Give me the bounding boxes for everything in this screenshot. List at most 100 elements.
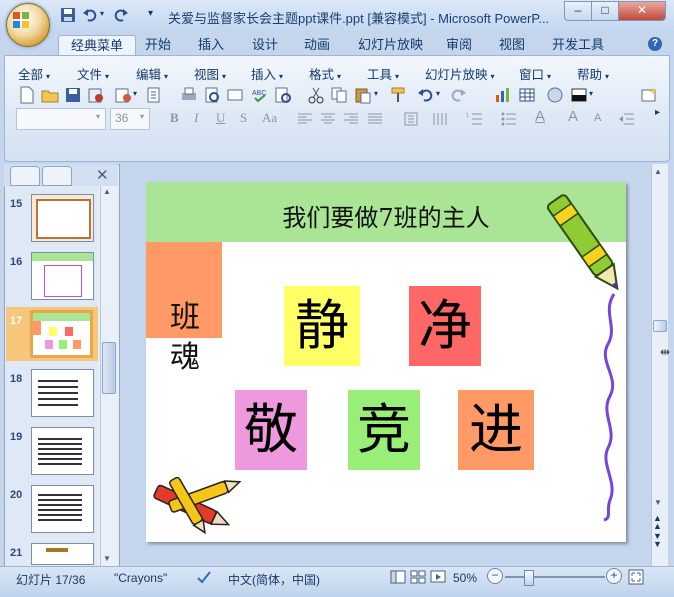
- thumbnail-slide-selected[interactable]: [30, 310, 93, 358]
- shadow-icon[interactable]: S: [240, 110, 247, 126]
- insert-picture-icon[interactable]: [546, 86, 564, 104]
- slide-sorter-icon[interactable]: [226, 86, 244, 104]
- cut-icon[interactable]: [307, 86, 325, 104]
- grayscale-icon[interactable]: [570, 86, 588, 104]
- zoom-level[interactable]: 50%: [453, 571, 477, 585]
- table-icon[interactable]: [518, 86, 536, 104]
- zoom-slider-track[interactable]: [505, 576, 605, 578]
- dropdown-arrow-icon[interactable]: ▾: [133, 89, 137, 98]
- undo-icon[interactable]: [82, 7, 98, 23]
- thumbnails-scroll-thumb[interactable]: [102, 342, 116, 394]
- font-size-dropdown-icon[interactable]: ▾: [140, 112, 144, 121]
- zoom-out-icon[interactable]: −: [487, 568, 503, 584]
- slide-sorter-view-icon[interactable]: [410, 569, 426, 585]
- align-center-icon[interactable]: [319, 110, 337, 128]
- zoom-slider-thumb[interactable]: [524, 570, 534, 586]
- language-indicator[interactable]: 中文(简体，中国): [228, 571, 320, 588]
- scroll-up-icon[interactable]: ▲: [103, 187, 111, 196]
- menu-view[interactable]: 视图 ▾: [194, 64, 226, 83]
- numbering-icon[interactable]: 1: [466, 110, 484, 128]
- menu-file[interactable]: 文件 ▾: [77, 64, 109, 83]
- tab-review[interactable]: 审阅: [434, 35, 484, 56]
- email-icon[interactable]: [114, 86, 132, 104]
- scroll-up-icon[interactable]: ▲: [654, 167, 662, 176]
- color-dropdown-icon[interactable]: ▾: [589, 89, 593, 98]
- permission-icon[interactable]: [87, 86, 105, 104]
- underline-icon[interactable]: U: [216, 110, 225, 126]
- close-pane-icon[interactable]: ✕: [96, 166, 109, 184]
- previous-slide-icon[interactable]: ▲ ▲: [653, 514, 662, 531]
- char-box-jin-progress[interactable]: 进: [458, 390, 534, 470]
- side-label-hun[interactable]: 魂: [170, 332, 200, 376]
- bullets-icon[interactable]: [500, 110, 518, 128]
- print-icon[interactable]: [180, 86, 198, 104]
- attachment-icon[interactable]: [145, 86, 163, 104]
- undo-dropdown-icon[interactable]: ▾: [436, 89, 440, 98]
- format-painter-icon[interactable]: [390, 86, 408, 104]
- next-slide-icon[interactable]: ▼ ▼: [653, 532, 662, 549]
- tab-developer[interactable]: 开发工具: [540, 35, 616, 56]
- ribbon-more-icon[interactable]: ▸: [655, 107, 660, 118]
- font-name-combo[interactable]: [16, 108, 106, 130]
- change-case-icon[interactable]: Aa: [262, 110, 277, 126]
- crayon-clipart-top[interactable]: [546, 182, 626, 300]
- menu-window[interactable]: 窗口 ▾: [519, 64, 551, 83]
- menu-all[interactable]: 全部 ▾: [18, 64, 50, 83]
- tab-animation[interactable]: 动画: [292, 35, 342, 56]
- side-label-ban[interactable]: 班: [170, 292, 200, 336]
- align-right-icon[interactable]: [342, 110, 360, 128]
- slide-canvas[interactable]: 我们要做7班的主人 班 魂 静 净 敬 竞 进: [146, 182, 626, 542]
- menu-help[interactable]: 帮助 ▾: [577, 64, 609, 83]
- shrink-font-icon[interactable]: A: [594, 112, 601, 124]
- fit-to-window-icon[interactable]: [628, 569, 644, 585]
- print-preview-icon[interactable]: [203, 86, 221, 104]
- scroll-down-icon[interactable]: ▼: [103, 554, 111, 563]
- thumbnail-slide[interactable]: [31, 543, 94, 565]
- new-document-icon[interactable]: [18, 86, 36, 104]
- copy-icon[interactable]: [330, 86, 348, 104]
- outline-tab[interactable]: [42, 166, 72, 186]
- minimize-button[interactable]: –: [564, 1, 592, 21]
- tab-design[interactable]: 设计: [240, 35, 290, 56]
- scroll-down-icon[interactable]: ▼: [654, 498, 662, 507]
- align-left-icon[interactable]: [296, 110, 314, 128]
- tab-insert[interactable]: 插入: [186, 35, 236, 56]
- customize-toolbar-icon[interactable]: ▾: [148, 8, 153, 19]
- zoom-in-icon[interactable]: +: [606, 568, 622, 584]
- undo-dropdown-icon[interactable]: ▾: [100, 9, 104, 18]
- paste-icon[interactable]: [354, 86, 372, 104]
- spellcheck-icon[interactable]: [196, 569, 212, 585]
- decrease-indent-icon[interactable]: [618, 110, 636, 128]
- redo-icon[interactable]: [113, 7, 129, 23]
- menu-tools[interactable]: 工具 ▾: [367, 64, 399, 83]
- spelling-icon[interactable]: ABC: [251, 86, 269, 104]
- char-box-jing-respect[interactable]: 敬: [235, 390, 307, 470]
- menu-insert[interactable]: 插入 ▾: [251, 64, 283, 83]
- char-box-jing-compete[interactable]: 竞: [348, 390, 420, 470]
- grow-font-icon[interactable]: A: [568, 108, 578, 125]
- save-icon[interactable]: [64, 86, 82, 104]
- italic-icon[interactable]: I: [194, 110, 198, 126]
- font-color-icon[interactable]: A: [535, 108, 545, 125]
- menu-edit[interactable]: 编辑 ▾: [136, 64, 168, 83]
- open-folder-icon[interactable]: [41, 86, 59, 104]
- help-icon[interactable]: ?: [648, 37, 662, 51]
- columns-icon[interactable]: [431, 110, 449, 128]
- thumbnail-slide[interactable]: [31, 369, 94, 417]
- slide-scroll-thumb[interactable]: [653, 320, 667, 332]
- tab-slideshow[interactable]: 幻灯片放映: [346, 35, 435, 56]
- font-dropdown-icon[interactable]: ▾: [96, 112, 100, 121]
- paste-dropdown-icon[interactable]: ▾: [374, 89, 378, 98]
- text-direction-icon[interactable]: [402, 110, 420, 128]
- redo-icon[interactable]: [449, 86, 467, 104]
- undo-icon[interactable]: [417, 86, 435, 104]
- close-button[interactable]: ✕: [618, 1, 666, 21]
- justify-icon[interactable]: [366, 110, 384, 128]
- thumbnail-slide[interactable]: [31, 427, 94, 475]
- save-icon[interactable]: [60, 7, 76, 23]
- char-box-jing-clean[interactable]: 净: [409, 286, 481, 366]
- thumbnail-slide[interactable]: [31, 252, 94, 300]
- char-box-jing-quiet[interactable]: 静: [284, 286, 360, 366]
- normal-view-icon[interactable]: [390, 569, 406, 585]
- maximize-button[interactable]: □: [591, 1, 619, 21]
